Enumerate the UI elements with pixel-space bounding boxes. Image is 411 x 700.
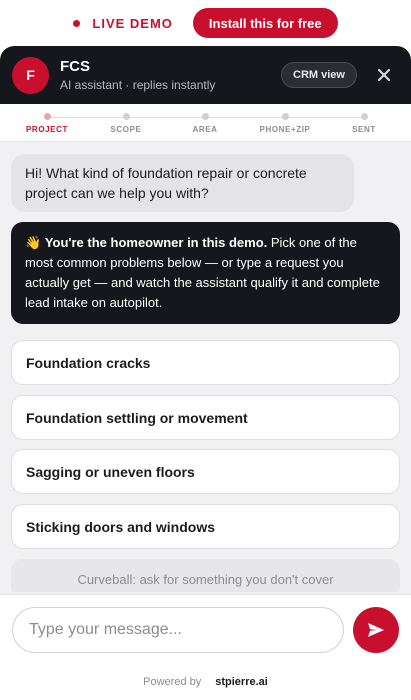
avatar: F — [12, 56, 49, 94]
send-button[interactable] — [353, 607, 399, 653]
wave-icon: 👋 — [25, 235, 42, 250]
option-foundation-cracks[interactable]: Foundation cracks — [11, 340, 400, 385]
step-dot-icon — [360, 113, 368, 120]
step-dot-icon — [201, 113, 209, 120]
live-demo-indicator: LIVE DEMO — [73, 16, 173, 31]
message-list[interactable]: Hi! What kind of foundation repair or co… — [0, 142, 411, 592]
chat-title: FCS — [60, 57, 90, 75]
close-icon-glyph — [377, 68, 391, 82]
powered-by-label: Powered by — [143, 676, 202, 688]
step-area: AREA — [165, 113, 245, 134]
step-dot-icon — [122, 113, 130, 120]
send-icon — [368, 623, 384, 637]
close-icon[interactable] — [369, 60, 399, 90]
live-demo-label: LIVE DEMO — [92, 15, 173, 31]
instruction-bold: You're the homeowner in this demo. — [44, 235, 268, 250]
chat-header: F FCS AI assistant · replies instantly C… — [0, 46, 411, 104]
step-phone-zip: PHONE+ZIP — [245, 113, 325, 134]
step-project: PROJECT — [7, 113, 87, 134]
install-button[interactable]: Install this for free — [192, 8, 338, 38]
message-input[interactable] — [12, 607, 344, 653]
step-dot-icon — [43, 113, 51, 120]
option-sagging-floors[interactable]: Sagging or uneven floors — [11, 449, 400, 494]
demo-topbar: LIVE DEMO Install this for free — [0, 0, 411, 46]
chat-widget: F FCS AI assistant · replies instantly C… — [0, 46, 411, 700]
crm-view-button[interactable]: CRM view — [281, 62, 357, 88]
chat-subtitle: AI assistant · replies instantly — [60, 77, 216, 92]
step-dot-icon — [281, 113, 289, 120]
message-composer — [0, 594, 411, 664]
step-label: AREA — [192, 125, 218, 134]
step-label: PHONE+ZIP — [259, 125, 311, 134]
step-label: PROJECT — [26, 125, 68, 134]
demo-instruction-message: 👋 You're the homeowner in this demo. Pic… — [11, 222, 400, 324]
step-scope: SCOPE — [86, 113, 166, 134]
live-dot-icon — [73, 19, 81, 27]
option-foundation-settling[interactable]: Foundation settling or movement — [11, 395, 400, 440]
step-label: SENT — [352, 125, 376, 134]
step-sent: SENT — [324, 113, 404, 134]
powered-by-link[interactable]: stpierre.ai — [215, 676, 268, 688]
assistant-message: Hi! What kind of foundation repair or co… — [11, 154, 354, 212]
option-sticking-doors[interactable]: Sticking doors and windows — [11, 504, 400, 549]
step-label: SCOPE — [110, 125, 142, 134]
option-curveball[interactable]: Curveball: ask for something you don't c… — [11, 559, 400, 592]
progress-steps: PROJECT SCOPE AREA PHONE+ZIP SENT — [0, 104, 411, 142]
powered-by-footer: Powered by stpierre.ai — [0, 664, 411, 700]
header-titles: FCS AI assistant · replies instantly — [60, 58, 281, 93]
